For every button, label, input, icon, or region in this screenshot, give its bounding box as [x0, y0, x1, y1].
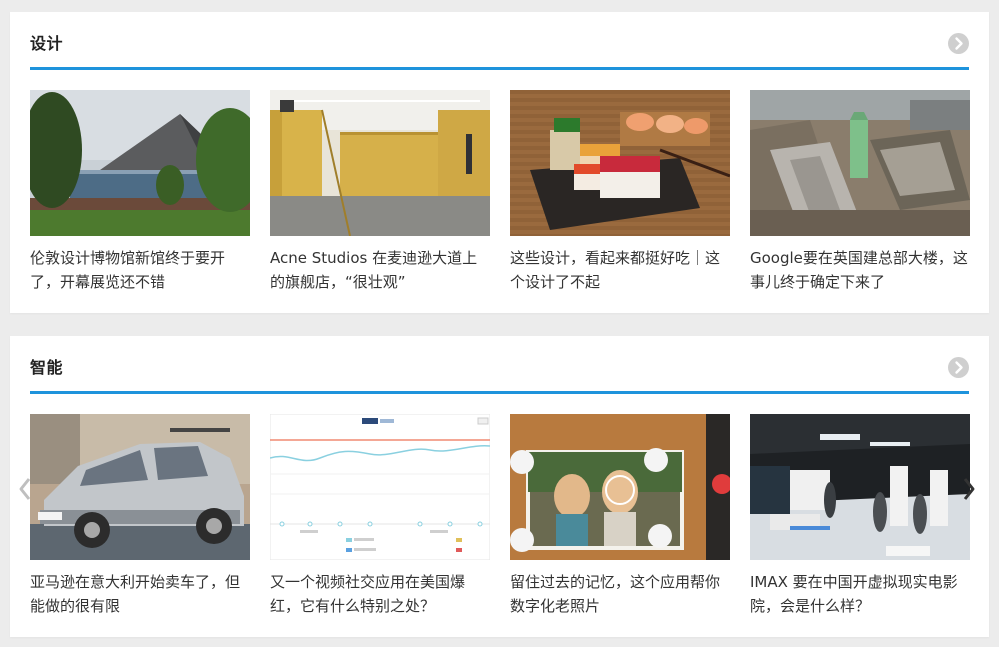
photo-scan-app-photo[interactable] [510, 414, 730, 560]
chevron-right-icon[interactable] [962, 474, 976, 504]
line-chart-screenshot[interactable] [270, 414, 490, 560]
section-title: 智能 [30, 358, 64, 377]
gold-interior-store-photo[interactable] [270, 90, 490, 236]
london-aerial-photo[interactable] [750, 90, 970, 236]
article-title[interactable]: Google要在英国建总部大楼，这事儿终于确定下来了 [750, 246, 970, 294]
section-divider [30, 67, 969, 70]
article-title[interactable]: 又一个视频社交应用在美国爆红，它有什么特别之处？ [270, 570, 490, 618]
section-title: 设计 [30, 34, 64, 53]
article-card[interactable]: 亚马逊在意大利开始卖车了，但能做的很有限 [30, 414, 250, 618]
article-title[interactable]: Acne Studios 在麦迪逊大道上的旗舰店，“很壮观” [270, 246, 490, 294]
section-header: 智能 [30, 336, 969, 394]
article-card[interactable]: 留住过去的记忆，这个应用帮你数字化老照片 [510, 414, 730, 618]
silver-car-photo[interactable] [30, 414, 250, 560]
article-title[interactable]: 伦敦设计博物馆新馆终于要开了，开幕展览还不错 [30, 246, 250, 294]
section-divider [30, 391, 969, 394]
article-title[interactable]: 这些设计，看起来都挺好吃｜这个设计了不起 [510, 246, 730, 294]
article-card[interactable]: Acne Studios 在麦迪逊大道上的旗舰店，“很壮观” [270, 90, 490, 294]
article-title[interactable]: IMAX 要在中国开虚拟现实电影院，会是什么样？ [750, 570, 970, 618]
chevron-right-circle-icon[interactable] [948, 33, 969, 54]
article-card[interactable]: 伦敦设计博物馆新馆终于要开了，开幕展览还不错 [30, 90, 250, 294]
section-smart: 智能 亚马逊在意大利开始卖车了，但能做的很有限 又一个视频社交应用在美国爆红，它… [10, 336, 989, 637]
article-title[interactable]: 亚马逊在意大利开始卖车了，但能做的很有限 [30, 570, 250, 618]
section-header: 设计 [30, 12, 969, 70]
article-card[interactable]: Google要在英国建总部大楼，这事儿终于确定下来了 [750, 90, 970, 294]
article-list: 亚马逊在意大利开始卖车了，但能做的很有限 又一个视频社交应用在美国爆红，它有什么… [30, 414, 970, 615]
article-list: 伦敦设计博物馆新馆终于要开了，开幕展览还不错 Acne Studios 在麦迪逊… [30, 90, 970, 291]
chevron-left-icon[interactable] [18, 474, 32, 504]
article-card[interactable]: 又一个视频社交应用在美国爆红，它有什么特别之处？ [270, 414, 490, 618]
chevron-right-circle-icon[interactable] [948, 357, 969, 378]
vr-cinema-render[interactable] [750, 414, 970, 560]
museum-building-photo[interactable] [30, 90, 250, 236]
article-title[interactable]: 留住过去的记忆，这个应用帮你数字化老照片 [510, 570, 730, 618]
section-design: 设计 伦敦设计博物馆新馆终于要开了，开幕展览还不错 Acne Studios 在… [10, 12, 989, 313]
article-card[interactable]: 这些设计，看起来都挺好吃｜这个设计了不起 [510, 90, 730, 294]
article-card[interactable]: IMAX 要在中国开虚拟现实电影院，会是什么样？ [750, 414, 970, 618]
sushi-soap-photo[interactable] [510, 90, 730, 236]
